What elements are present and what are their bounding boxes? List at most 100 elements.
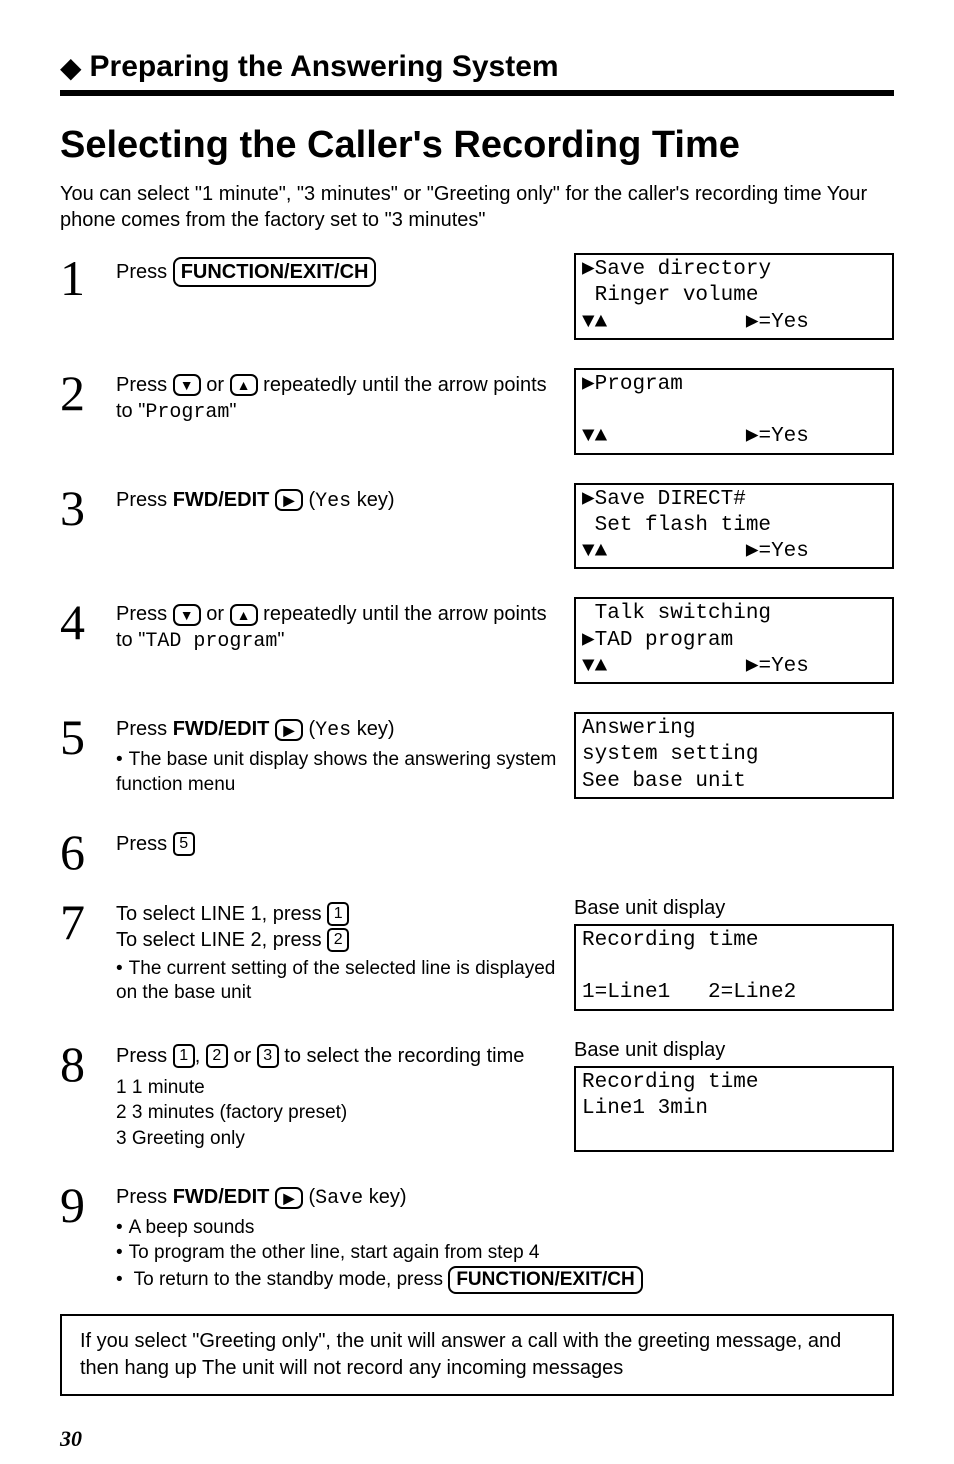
step-text: ": [229, 400, 236, 422]
step-number: 6: [60, 827, 100, 877]
step-note: A beep sounds: [116, 1216, 894, 1241]
step-text: or: [233, 1045, 256, 1067]
step-display: ▶Save DIRECT# Set flash time ▼▲ ▶=Yes: [574, 483, 894, 578]
lcd-line: Set flash time: [582, 513, 886, 539]
lcd-line: Talk switching: [582, 601, 886, 627]
step-number: 5: [60, 712, 100, 762]
lcd-caption: Base unit display: [574, 897, 894, 920]
lcd-line: ▼▲ ▶=Yes: [582, 310, 886, 336]
lcd-line: Ringer volume: [582, 283, 886, 309]
lcd-line: ▶Save directory: [582, 257, 886, 283]
program-word: TAD program: [145, 630, 277, 653]
lcd-line: ▼▲ ▶=Yes: [582, 539, 886, 565]
step-6: 6 Press 5: [60, 827, 894, 877]
lcd-line: [582, 954, 886, 980]
step-note-text: To return to the standby mode, press: [134, 1269, 449, 1290]
step-text: key): [351, 489, 394, 511]
step-2: 2 Press ▼ or ▲ repeatedly until the arro…: [60, 368, 894, 463]
step-note: The current setting of the selected line…: [116, 957, 558, 1006]
fwd-edit-label: FWD/EDIT: [173, 489, 270, 511]
key-2: 2: [206, 1044, 228, 1068]
lcd-line: [582, 1122, 886, 1148]
lcd-screen: Talk switching ▶TAD program ▼▲ ▶=Yes: [574, 597, 894, 684]
up-arrow-key: ▲: [230, 604, 258, 626]
step-notes: The base unit display shows the answerin…: [116, 748, 558, 797]
step-note: To return to the standby mode, press FUN…: [116, 1266, 894, 1295]
note-box: If you select "Greeting only", the unit …: [60, 1314, 894, 1396]
option-item: 3 Greeting only: [116, 1126, 558, 1152]
key-1: 1: [327, 902, 349, 926]
lcd-line: ▶TAD program: [582, 628, 886, 654]
step-text: Press: [116, 718, 173, 740]
step-text: ,: [195, 1045, 206, 1067]
option-list: 1 1 minute 2 3 minutes (factory preset) …: [116, 1075, 558, 1152]
step-text: Press: [116, 1045, 173, 1067]
step-note: The base unit display shows the answerin…: [116, 748, 558, 797]
section-header: ◆ Preparing the Answering System: [60, 50, 894, 84]
function-exit-ch-key: FUNCTION/EXIT/CH: [173, 257, 377, 287]
step-body: Press 1, 2 or 3 to select the recording …: [116, 1039, 558, 1152]
section-title: Preparing the Answering System: [90, 50, 559, 84]
function-exit-ch-key: FUNCTION/EXIT/CH: [448, 1266, 642, 1295]
play-key: ▶: [275, 719, 303, 741]
lcd-screen: Recording time 1=Line1 2=Line2: [574, 924, 894, 1011]
lcd-caption: Base unit display: [574, 1039, 894, 1062]
pointer-icon: ◆: [60, 51, 82, 84]
lcd-line: Answering: [582, 716, 886, 742]
step-number: 3: [60, 483, 100, 533]
down-arrow-key: ▼: [173, 604, 201, 626]
step-9: 9 Press FWD/EDIT ▶ (Save key) A beep sou…: [60, 1180, 894, 1294]
lcd-line: Recording time: [582, 928, 886, 954]
lcd-line: ▶Program: [582, 372, 886, 398]
step-text: ": [277, 629, 284, 651]
page-number: 30: [60, 1426, 82, 1452]
step-body: Press ▼ or ▲ repeatedly until the arrow …: [116, 597, 558, 655]
step-display: Talk switching ▶TAD program ▼▲ ▶=Yes: [574, 597, 894, 692]
option-item: 2 3 minutes (factory preset): [116, 1100, 558, 1126]
step-text: To select LINE 1, press: [116, 903, 327, 925]
step-text: To select LINE 2, press: [116, 929, 327, 951]
key-2: 2: [327, 928, 349, 952]
step-text: Press: [116, 261, 173, 283]
step-display: ▶Program ▼▲ ▶=Yes: [574, 368, 894, 463]
play-key: ▶: [275, 1187, 303, 1209]
step-5: 5 Press FWD/EDIT ▶ (Yes key) The base un…: [60, 712, 894, 807]
yes-word: Yes: [315, 719, 351, 742]
step-text: Press: [116, 833, 173, 855]
step-body: Press 5: [116, 827, 558, 857]
lcd-screen: Recording time Line1 3min: [574, 1066, 894, 1153]
step-body: Press FWD/EDIT ▶ (Save key) A beep sound…: [116, 1180, 894, 1294]
lcd-line: ▼▲ ▶=Yes: [582, 424, 886, 450]
section-divider: [60, 90, 894, 96]
step-text: Press: [116, 374, 173, 396]
step-body: Press FUNCTION/EXIT/CH: [116, 253, 558, 287]
step-7: 7 To select LINE 1, press 1 To select LI…: [60, 897, 894, 1019]
lcd-line: 1=Line1 2=Line2: [582, 980, 886, 1006]
lcd-screen: Answering system setting See base unit: [574, 712, 894, 799]
program-word: Program: [145, 401, 229, 424]
step-1: 1 Press FUNCTION/EXIT/CH ▶Save directory…: [60, 253, 894, 348]
step-note: To program the other line, start again f…: [116, 1241, 894, 1266]
option-item: 1 1 minute: [116, 1075, 558, 1101]
yes-word: Yes: [315, 490, 351, 513]
step-notes: The current setting of the selected line…: [116, 957, 558, 1006]
step-notes: A beep sounds To program the other line,…: [116, 1216, 894, 1294]
step-body: Press FWD/EDIT ▶ (Yes key): [116, 483, 558, 515]
step-text: Press: [116, 603, 173, 625]
key-1: 1: [173, 1044, 195, 1068]
step-display: Base unit display Recording time 1=Line1…: [574, 897, 894, 1019]
step-4: 4 Press ▼ or ▲ repeatedly until the arro…: [60, 597, 894, 692]
step-number: 1: [60, 253, 100, 303]
step-body: Press FWD/EDIT ▶ (Yes key) The base unit…: [116, 712, 558, 797]
step-text: key): [363, 1186, 406, 1208]
lcd-screen: ▶Save DIRECT# Set flash time ▼▲ ▶=Yes: [574, 483, 894, 570]
save-word: Save: [315, 1187, 363, 1210]
lcd-line: Line1 3min: [582, 1096, 886, 1122]
page-title: Selecting the Caller's Recording Time: [60, 124, 894, 167]
lcd-screen: ▶Save directory Ringer volume ▼▲ ▶=Yes: [574, 253, 894, 340]
fwd-edit-label: FWD/EDIT: [173, 718, 270, 740]
step-body: To select LINE 1, press 1 To select LINE…: [116, 897, 558, 1006]
key-3: 3: [257, 1044, 279, 1068]
lcd-line: [582, 398, 886, 424]
lcd-line: See base unit: [582, 769, 886, 795]
